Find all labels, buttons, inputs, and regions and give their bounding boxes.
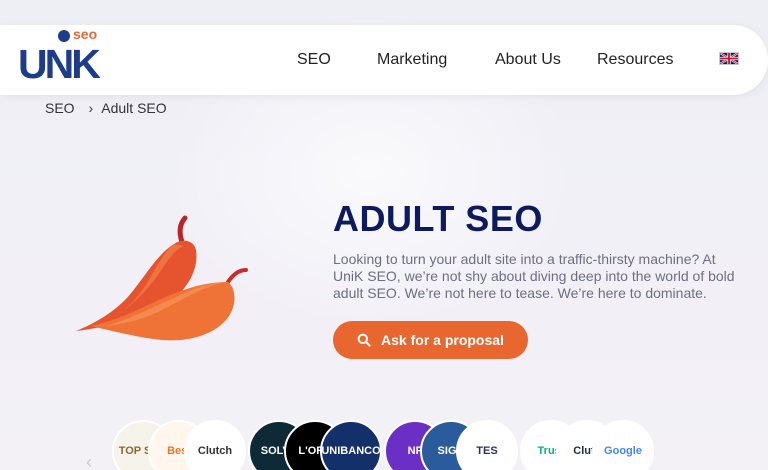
badge-label: Clutch [197, 445, 233, 457]
chili-pepper-icon [76, 215, 248, 341]
client-logo-carousel: TOP SEO Best Clutch SOLVE L'ORÉ UNIBANCO… [0, 420, 768, 470]
logo-subtitle: seo [73, 26, 98, 42]
badge-clutch: Clutch [184, 420, 246, 470]
logo-unibanco: UNIBANCO [320, 420, 382, 470]
uk-flag-icon[interactable] [719, 52, 739, 65]
logo-dot [58, 30, 70, 42]
nav-item-seo[interactable]: SEO [297, 51, 331, 69]
ask-proposal-button[interactable]: Ask for a proposal [333, 321, 528, 359]
breadcrumb: SEO › Adult SEO [45, 100, 167, 116]
breadcrumb-link-seo[interactable]: SEO [45, 100, 75, 116]
badge-label: TES [476, 445, 498, 457]
logo-tes: TES [456, 420, 518, 470]
nav-item-resources[interactable]: Resources [597, 51, 673, 69]
ask-proposal-label: Ask for a proposal [381, 332, 504, 348]
top-navbar: UNK seo SEO Marketing About Us Resources [0, 25, 768, 95]
brand-logo[interactable]: UNK seo [18, 26, 101, 87]
logo-wordmark: UNK [18, 41, 101, 87]
breadcrumb-current: Adult SEO [101, 100, 167, 116]
badge-label: Google [604, 445, 642, 457]
breadcrumb-separator: › [88, 100, 94, 116]
hero-description: Looking to turn your adult site into a t… [333, 251, 735, 301]
nav-item-about-us[interactable]: About Us [495, 51, 561, 69]
page-title: ADULT SEO [333, 198, 543, 239]
badge-google: Google [592, 420, 654, 470]
search-icon [357, 333, 371, 347]
nav-item-marketing[interactable]: Marketing [377, 51, 447, 69]
badge-label: UNIBANCO [321, 445, 381, 457]
